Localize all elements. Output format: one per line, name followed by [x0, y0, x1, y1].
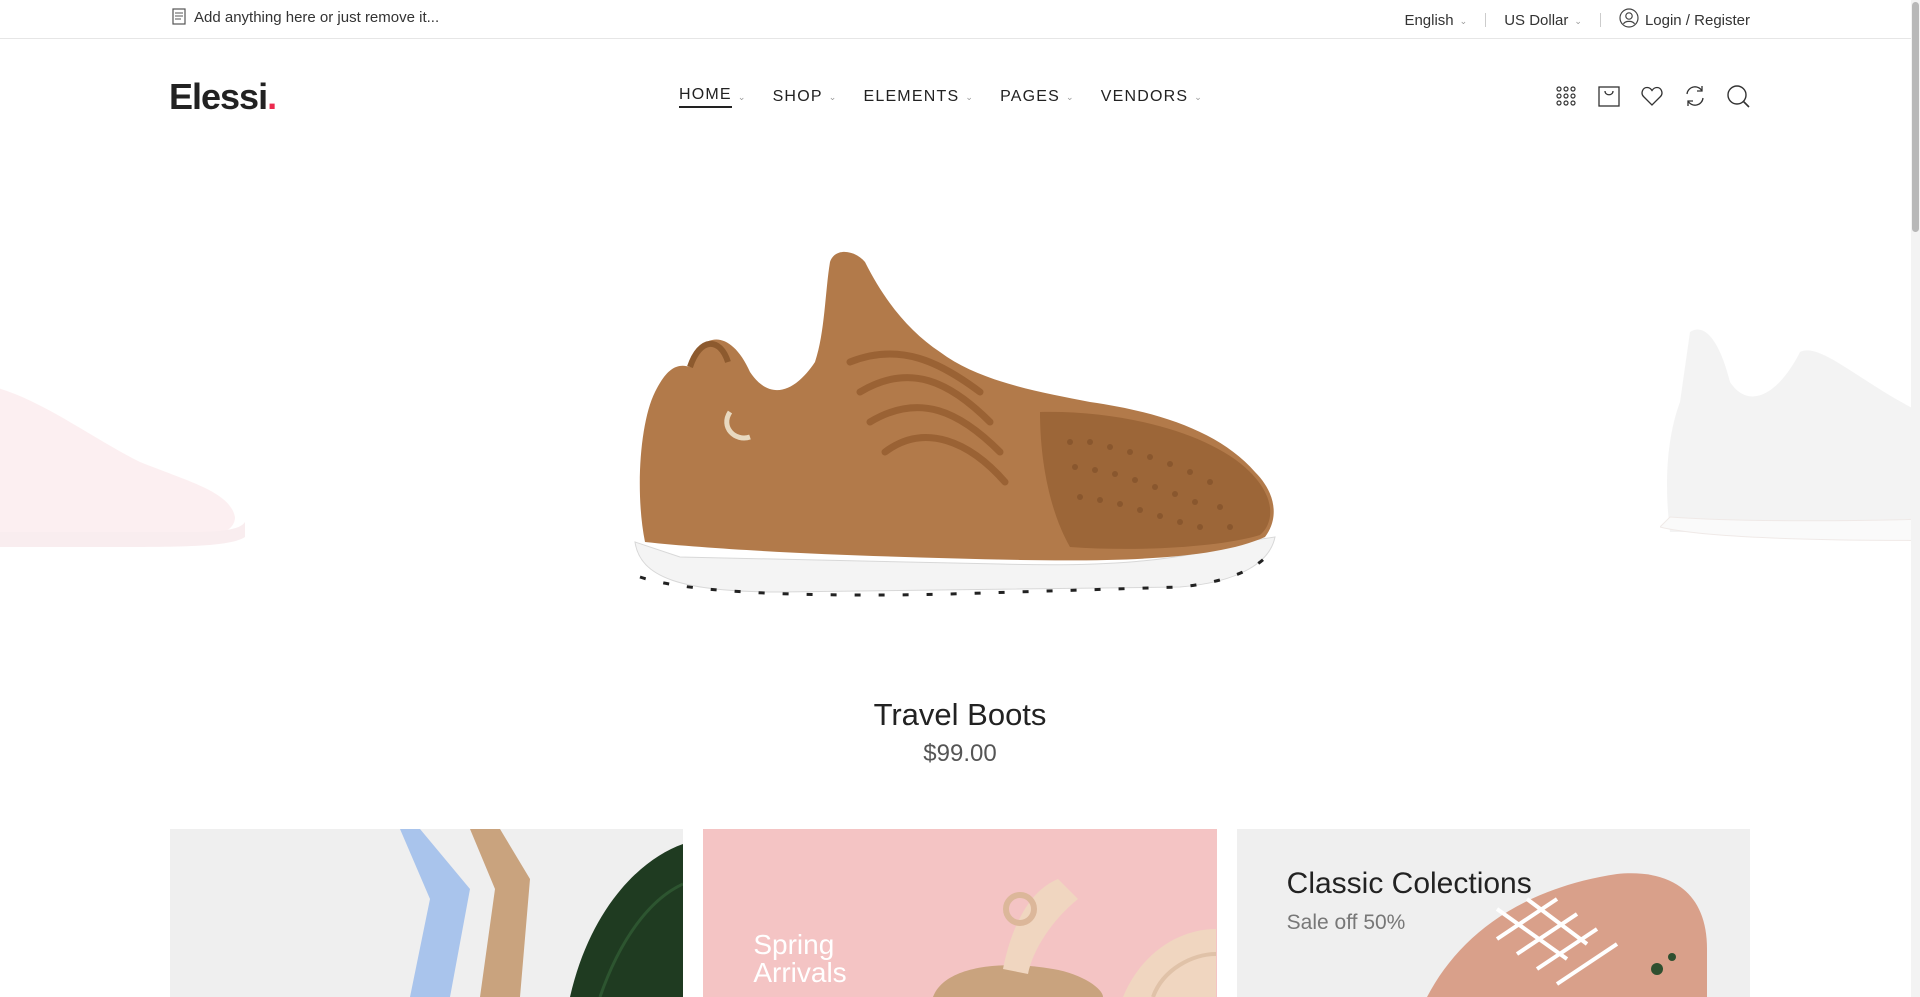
currency-selector[interactable]: US Dollar ⌄	[1504, 12, 1582, 29]
compare-icon[interactable]	[1683, 84, 1707, 108]
nav-label: VENDORS	[1100, 88, 1189, 105]
product-image-travel-boots[interactable]	[620, 242, 1300, 612]
divider	[1485, 13, 1487, 27]
top-message: Add anything here or just remove it...	[171, 8, 439, 26]
nav-item-pages[interactable]: PAGES ⌄	[1000, 86, 1075, 108]
banner-row: Spring Arrivals Classic Colections Sale …	[170, 829, 1750, 997]
site-logo[interactable]: Elessi.	[169, 76, 277, 118]
banner-classic-collections[interactable]: Classic Colections Sale off 50%	[1236, 829, 1750, 997]
login-label: Login / Register	[1644, 11, 1750, 29]
logo-text: Elessi	[169, 76, 268, 117]
top-bar-right: English ⌄ US Dollar ⌄ Login / Register	[1404, 8, 1750, 32]
header-icons	[1554, 84, 1750, 108]
product-slider[interactable]: Travel Boots $99.00	[0, 152, 1920, 792]
language-label: English	[1404, 11, 1454, 29]
top-message-text: Add anything here or just remove it...	[194, 8, 440, 26]
nav-label: ELEMENTS	[863, 88, 960, 105]
banner-spring-arrivals[interactable]: Spring Arrivals	[703, 829, 1217, 997]
grid-icon[interactable]	[1554, 84, 1578, 108]
chevron-down-icon: ⌄	[1574, 15, 1582, 26]
login-register-link[interactable]: Login / Register	[1619, 8, 1750, 32]
divider	[1599, 13, 1601, 27]
chevron-down-icon: ⌄	[965, 91, 975, 102]
heart-icon[interactable]	[1640, 84, 1664, 108]
chevron-down-icon: ⌄	[828, 91, 838, 102]
chevron-down-icon: ⌄	[1459, 15, 1468, 26]
chevron-down-icon: ⌄	[737, 91, 747, 102]
search-icon[interactable]	[1726, 84, 1750, 108]
main-header: Elessi. HOME ⌄ SHOP ⌄ ELEMENTS ⌄ PAGES ⌄ VEN…	[0, 40, 1920, 152]
top-bar: Add anything here or just remove it... E…	[0, 0, 1920, 39]
cart-icon[interactable]	[1597, 84, 1621, 108]
chevron-down-icon: ⌄	[1194, 91, 1204, 102]
scrollbar-thumb[interactable]	[1912, 2, 1919, 232]
product-price: $99.00	[923, 740, 997, 767]
nav-label: PAGES	[1000, 88, 1061, 105]
nav-label: SHOP	[772, 88, 823, 105]
nav-item-elements[interactable]: ELEMENTS ⌄	[863, 86, 974, 108]
slide-next-image[interactable]	[1659, 292, 1920, 552]
banner-sandals[interactable]	[170, 829, 684, 997]
page-scrollbar[interactable]	[1911, 0, 1920, 997]
nav-item-vendors[interactable]: VENDORS ⌄	[1101, 86, 1203, 108]
nav-label: HOME	[679, 86, 732, 108]
user-icon	[1619, 8, 1639, 32]
nav-item-shop[interactable]: SHOP ⌄	[773, 86, 838, 108]
main-nav: HOME ⌄ SHOP ⌄ ELEMENTS ⌄ PAGES ⌄ VENDORS ⌄	[679, 86, 1203, 108]
product-title[interactable]: Travel Boots	[0, 697, 1920, 733]
logo-dot: .	[267, 76, 277, 117]
chevron-down-icon: ⌄	[1066, 91, 1075, 102]
newspaper-icon	[171, 8, 187, 26]
language-selector[interactable]: English ⌄	[1404, 12, 1467, 29]
slide-prev-image[interactable]	[0, 342, 260, 572]
nav-item-home[interactable]: HOME ⌄	[679, 86, 747, 108]
currency-label: US Dollar	[1504, 11, 1569, 29]
